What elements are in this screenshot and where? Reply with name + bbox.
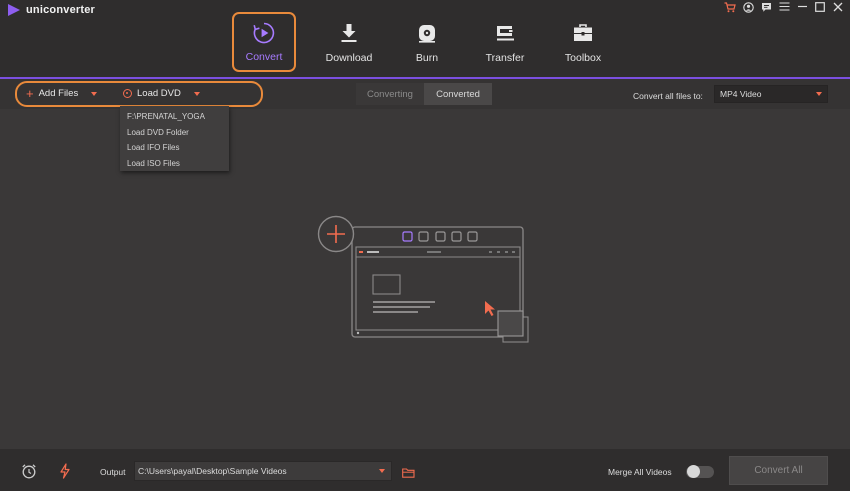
chevron-down-icon [816, 92, 822, 96]
logo-icon [8, 4, 20, 16]
add-files-label: Add Files [38, 88, 79, 99]
nav-burn[interactable]: Burn [388, 12, 466, 72]
convert-icon [253, 22, 275, 44]
menu-item-ifo-files[interactable]: Load IFO Files [120, 140, 229, 156]
nav-download[interactable]: Download [310, 12, 388, 72]
nav-label: Transfer [485, 52, 525, 64]
add-files-button[interactable]: + Add Files [26, 86, 98, 101]
load-dvd-label: Load DVD [137, 88, 181, 99]
chevron-down-icon[interactable] [193, 91, 200, 96]
download-icon [338, 22, 360, 44]
nav-label: Burn [415, 52, 439, 64]
plus-icon: + [26, 86, 34, 101]
maximize-icon[interactable] [814, 2, 826, 14]
menu-item-dvd-folder[interactable]: Load DVD Folder [120, 125, 229, 141]
merge-toggle[interactable] [686, 465, 714, 478]
convert-all-button[interactable]: Convert All [729, 456, 828, 485]
disc-icon [123, 89, 132, 98]
user-icon[interactable] [742, 2, 754, 14]
tab-converted[interactable]: Converted [424, 83, 492, 105]
bottom-bar: Output C:\Users\payal\Desktop\Sample Vid… [0, 449, 850, 491]
output-format-value: MP4 Video [720, 89, 762, 99]
app-name: uniconverter [26, 4, 96, 16]
convert-all-to-label: Convert all files to: [633, 91, 703, 101]
minimize-icon[interactable] [796, 2, 808, 14]
nav-toolbox[interactable]: Toolbox [544, 12, 622, 72]
burn-icon [416, 22, 438, 44]
nav-transfer[interactable]: Transfer [466, 12, 544, 72]
chevron-down-icon [379, 469, 385, 473]
nav-label: Convert [245, 51, 283, 63]
lightning-icon[interactable] [57, 463, 73, 479]
menu-item-dvd-drive[interactable]: F:\PRENATAL_YOGA [120, 109, 229, 125]
output-label: Output [100, 467, 126, 477]
tab-converting[interactable]: Converting [356, 83, 424, 105]
output-format-select[interactable]: MP4 Video [714, 85, 828, 103]
menu-icon[interactable] [778, 2, 790, 14]
load-dvd-button[interactable]: Load DVD [123, 88, 200, 99]
nav-label: Download [325, 52, 373, 64]
chevron-down-icon[interactable] [91, 91, 98, 96]
empty-state-illustration[interactable] [315, 213, 535, 353]
app-logo: uniconverter [8, 4, 95, 16]
feedback-icon[interactable] [760, 2, 772, 14]
toolbar: + Add Files Load DVD Converting Converte… [0, 79, 850, 109]
merge-all-label: Merge All Videos [608, 467, 672, 477]
output-path-value: C:\Users\payal\Desktop\Sample Videos [138, 466, 287, 476]
cart-icon[interactable] [724, 2, 736, 14]
close-icon[interactable] [832, 2, 844, 14]
status-tabs: Converting Converted [356, 83, 492, 105]
nav-label: Toolbox [564, 52, 602, 64]
window-controls [724, 2, 844, 14]
alarm-clock-icon[interactable] [21, 463, 37, 479]
load-dvd-menu: F:\PRENATAL_YOGA Load DVD Folder Load IF… [120, 106, 229, 171]
toolbox-icon [572, 22, 594, 44]
toggle-knob [687, 465, 700, 478]
main-nav: Convert Download Burn Transfer Toolbox [232, 12, 622, 72]
transfer-icon [494, 22, 516, 44]
nav-convert[interactable]: Convert [232, 12, 296, 72]
title-bar: uniconverter Convert Download Burn Trans… [0, 0, 850, 79]
output-path-select[interactable]: C:\Users\payal\Desktop\Sample Videos [134, 461, 392, 481]
menu-item-iso-files[interactable]: Load ISO Files [120, 156, 229, 172]
folder-icon[interactable] [402, 465, 415, 483]
